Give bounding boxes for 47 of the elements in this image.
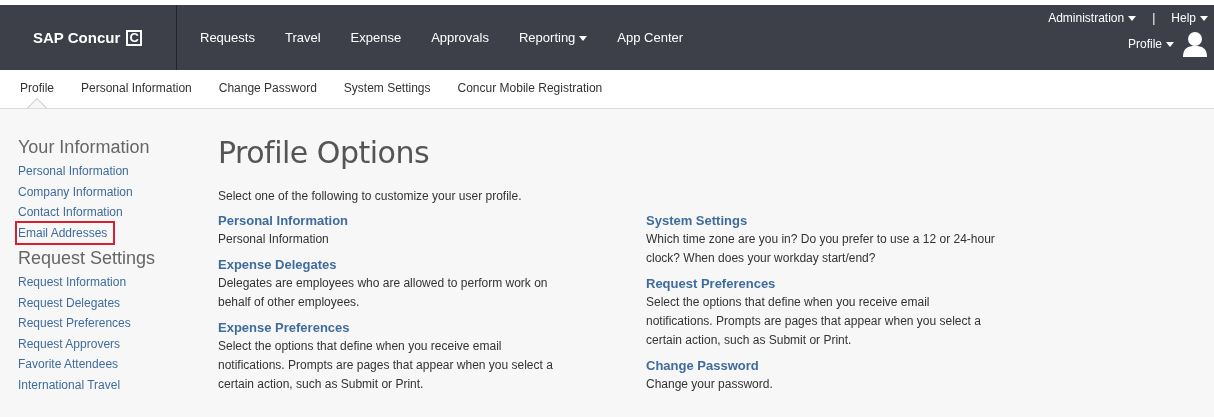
option-link[interactable]: Request Preferences bbox=[646, 275, 776, 293]
option-description: Select the options that define when you receive email notifications. Prompts are pages that appear when you select a certain action, such as Submit or Print. bbox=[218, 338, 554, 393]
option-description: Which time zone are you in? Do you prefer to use a 12 or 24-hour clock? When does your workday start/end? bbox=[646, 231, 996, 267]
utility-link[interactable]: Administration bbox=[1048, 11, 1137, 25]
nav-link[interactable]: Approvals bbox=[416, 30, 504, 45]
option-link[interactable]: Change Password bbox=[646, 357, 759, 375]
option-description: Delegates are employees who are allowed to perform work on behalf of other employees. bbox=[218, 275, 549, 311]
tab[interactable]: Personal Information bbox=[81, 70, 192, 108]
sidebar-link[interactable]: Company Information bbox=[18, 182, 133, 201]
sidebar-link[interactable]: Personal Information bbox=[18, 162, 129, 180]
option-link[interactable]: Expense Preferences bbox=[218, 319, 350, 337]
option-description: Change your password. bbox=[646, 376, 774, 393]
option-description: Select the options that define when you receive email notifications. Prompts are pages that appear when you select a certain action, such as Submit or Print. bbox=[646, 294, 982, 349]
sidebar-link[interactable]: International Travel bbox=[18, 375, 121, 394]
section-heading: Your Information bbox=[18, 136, 151, 158]
sidebar-link[interactable]: Request Information bbox=[18, 273, 127, 291]
option-link[interactable]: Personal Information bbox=[218, 212, 349, 230]
tab[interactable]: System Settings bbox=[343, 70, 431, 108]
caret-icon bbox=[1128, 16, 1137, 22]
utility-link[interactable]: Help bbox=[1171, 11, 1208, 25]
nav-link[interactable]: Requests bbox=[185, 30, 270, 45]
caret-icon bbox=[579, 36, 588, 42]
intro-text: Select one of the following to customize your user profile. bbox=[218, 189, 523, 203]
option-link[interactable]: Expense Delegates bbox=[218, 256, 337, 274]
caret-icon bbox=[1166, 42, 1174, 48]
logo-mark: C bbox=[126, 29, 143, 46]
nav-link[interactable]: Reporting bbox=[503, 30, 603, 45]
avatar-icon[interactable] bbox=[1182, 31, 1208, 57]
nav-link[interactable]: Expense bbox=[335, 30, 417, 45]
page-title: Profile Options bbox=[218, 135, 431, 170]
separator: | bbox=[1152, 11, 1156, 25]
option-link[interactable]: System Settings bbox=[646, 212, 748, 230]
nav-link[interactable]: App Center bbox=[602, 30, 699, 45]
sidebar-link[interactable]: Request Preferences bbox=[18, 314, 131, 332]
tab[interactable]: Concur Mobile Registration bbox=[457, 70, 603, 108]
sidebar-link[interactable]: Contact Information bbox=[18, 203, 123, 221]
nav-link[interactable]: Travel bbox=[269, 30, 336, 45]
profile-menu[interactable]: Profile bbox=[1128, 37, 1174, 51]
sidebar-link[interactable]: Request Delegates bbox=[18, 293, 121, 312]
tab[interactable]: Change Password bbox=[218, 70, 317, 108]
sidebar-link[interactable]: Email Addresses bbox=[18, 223, 113, 242]
option-description: Personal Information bbox=[218, 231, 330, 248]
sidebar-link[interactable]: Request Approvers bbox=[18, 334, 121, 353]
section-heading: Request Settings bbox=[18, 247, 157, 269]
sidebar-link[interactable]: Favorite Attendees bbox=[18, 355, 119, 373]
logo-text: SAP Concur bbox=[33, 29, 121, 46]
caret-icon bbox=[1200, 16, 1208, 22]
